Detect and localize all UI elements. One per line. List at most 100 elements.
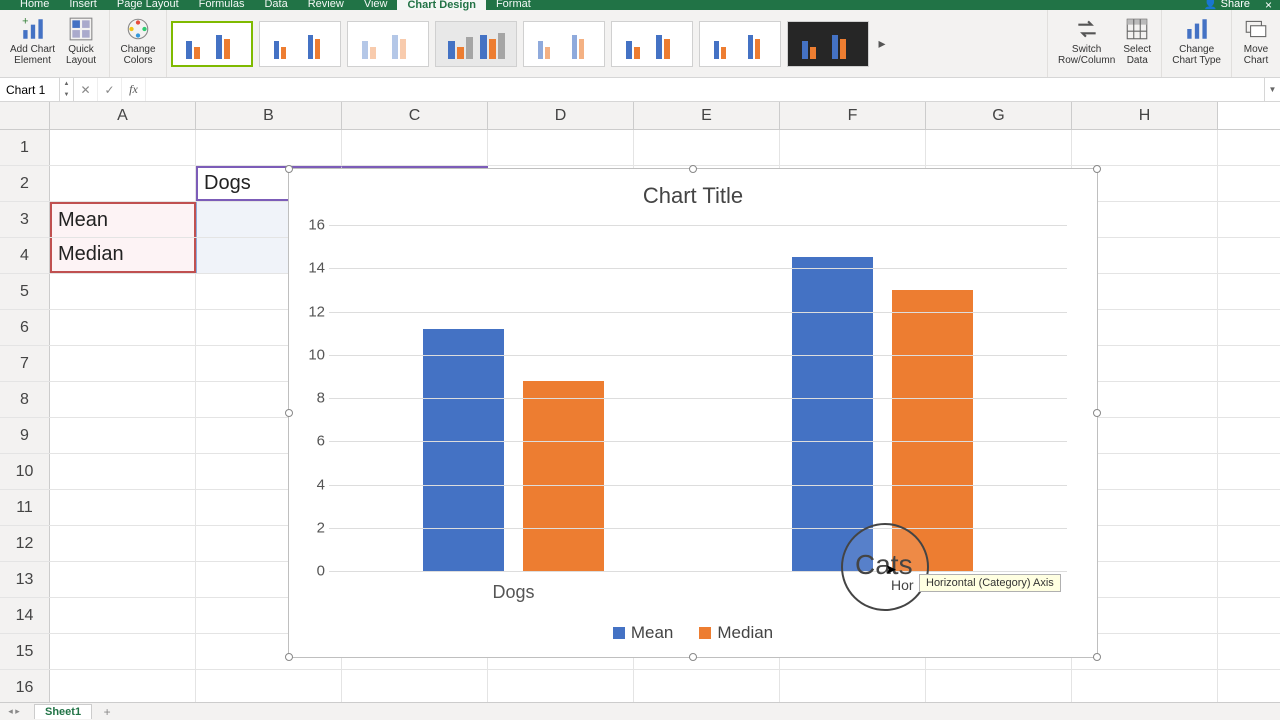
cancel-formula-icon[interactable]: ✕	[74, 78, 98, 101]
row-4[interactable]: 4	[0, 238, 50, 273]
cell-E16[interactable]	[634, 670, 780, 702]
switch-row-column-button[interactable]: Switch Row/Column	[1054, 14, 1119, 68]
resize-handle[interactable]	[1093, 409, 1101, 417]
close-icon[interactable]: ×	[1265, 0, 1272, 12]
tab-format[interactable]: Format	[486, 0, 541, 10]
cell-A11[interactable]	[50, 490, 196, 525]
cell-A8[interactable]	[50, 382, 196, 417]
chart-style-3[interactable]	[347, 21, 429, 67]
bar-median-dogs[interactable]	[523, 381, 604, 571]
tab-page-layout[interactable]: Page Layout	[107, 0, 189, 10]
bar-median-cats[interactable]	[892, 290, 973, 571]
chart-legend[interactable]: Mean Median	[289, 623, 1097, 643]
tab-formulas[interactable]: Formulas	[189, 0, 255, 10]
chart-style-4[interactable]	[435, 21, 517, 67]
row-9[interactable]: 9	[0, 418, 50, 453]
cell-A5[interactable]	[50, 274, 196, 309]
move-chart-button[interactable]: Move Chart	[1238, 14, 1274, 68]
row-15[interactable]: 15	[0, 634, 50, 669]
row-14[interactable]: 14	[0, 598, 50, 633]
row-10[interactable]: 10	[0, 454, 50, 489]
col-F[interactable]: F	[780, 102, 926, 129]
row-11[interactable]: 11	[0, 490, 50, 525]
resize-handle[interactable]	[285, 653, 293, 661]
tab-data[interactable]: Data	[254, 0, 297, 10]
select-data-button[interactable]: Select Data	[1119, 14, 1155, 68]
cell-A10[interactable]	[50, 454, 196, 489]
col-D[interactable]: D	[488, 102, 634, 129]
resize-handle[interactable]	[689, 653, 697, 661]
cell-G1[interactable]	[926, 130, 1072, 165]
cell-B1[interactable]	[196, 130, 342, 165]
cell-H16[interactable]	[1072, 670, 1218, 702]
tab-view[interactable]: View	[354, 0, 398, 10]
share-button[interactable]: 👤 Share	[1204, 0, 1250, 10]
cell-A16[interactable]	[50, 670, 196, 702]
chart-title[interactable]: Chart Title	[289, 169, 1097, 209]
row-5[interactable]: 5	[0, 274, 50, 309]
select-all-corner[interactable]	[0, 102, 50, 129]
row-2[interactable]: 2	[0, 166, 50, 201]
sheet-tab[interactable]: Sheet1	[34, 704, 92, 719]
fx-icon[interactable]: fx	[122, 78, 146, 101]
cell-C16[interactable]	[342, 670, 488, 702]
resize-handle[interactable]	[1093, 653, 1101, 661]
cell-A1[interactable]	[50, 130, 196, 165]
change-colors-button[interactable]: Change Colors	[116, 14, 160, 68]
embedded-chart[interactable]: Chart Title Dogs 0246810121416 Mean Medi…	[288, 168, 1098, 658]
cell-A7[interactable]	[50, 346, 196, 381]
cell-A6[interactable]	[50, 310, 196, 345]
col-C[interactable]: C	[342, 102, 488, 129]
col-E[interactable]: E	[634, 102, 780, 129]
change-chart-type-button[interactable]: Change Chart Type	[1168, 14, 1225, 68]
resize-handle[interactable]	[1093, 165, 1101, 173]
sheet-nav-icon[interactable]: ◂ ▸	[0, 706, 28, 717]
cell-A14[interactable]	[50, 598, 196, 633]
row-6[interactable]: 6	[0, 310, 50, 345]
cell-A15[interactable]	[50, 634, 196, 669]
row-3[interactable]: 3	[0, 202, 50, 237]
row-8[interactable]: 8	[0, 382, 50, 417]
col-H[interactable]: H	[1072, 102, 1218, 129]
add-chart-element-button[interactable]: + Add Chart Element	[6, 14, 59, 68]
cell-A3[interactable]: Mean	[50, 202, 196, 237]
quick-layout-button[interactable]: Quick Layout	[59, 14, 103, 68]
tab-home[interactable]: Home	[10, 0, 59, 10]
cell-F1[interactable]	[780, 130, 926, 165]
row-12[interactable]: 12	[0, 526, 50, 561]
cell-H1[interactable]	[1072, 130, 1218, 165]
cell-C1[interactable]	[342, 130, 488, 165]
gallery-more-icon[interactable]: ▸	[875, 35, 889, 52]
chart-style-1[interactable]	[171, 21, 253, 67]
row-1[interactable]: 1	[0, 130, 50, 165]
legend-item-median[interactable]: Median	[699, 623, 773, 643]
accept-formula-icon[interactable]: ✓	[98, 78, 122, 101]
tab-insert[interactable]: Insert	[59, 0, 107, 10]
chart-style-2[interactable]	[259, 21, 341, 67]
cell-A4[interactable]: Median	[50, 238, 196, 273]
formula-bar-expand-icon[interactable]: ▼	[1264, 78, 1280, 101]
resize-handle[interactable]	[285, 165, 293, 173]
resize-handle[interactable]	[285, 409, 293, 417]
add-sheet-button[interactable]: +	[98, 705, 116, 719]
cell-A2[interactable]	[50, 166, 196, 201]
formula-input[interactable]	[146, 78, 1264, 101]
bar-mean-dogs[interactable]	[423, 329, 504, 571]
row-7[interactable]: 7	[0, 346, 50, 381]
legend-item-mean[interactable]: Mean	[613, 623, 674, 643]
cell-D16[interactable]	[488, 670, 634, 702]
resize-handle[interactable]	[689, 165, 697, 173]
xlabel[interactable]: Dogs	[492, 582, 534, 603]
bar-mean-cats[interactable]	[792, 257, 873, 571]
chart-style-7[interactable]	[699, 21, 781, 67]
cell-B16[interactable]	[196, 670, 342, 702]
chart-style-5[interactable]	[523, 21, 605, 67]
cell-D1[interactable]	[488, 130, 634, 165]
name-box-dropdown[interactable]: ▲▼	[60, 78, 74, 101]
chart-style-6[interactable]	[611, 21, 693, 67]
tab-chart-design[interactable]: Chart Design	[397, 0, 485, 10]
name-box[interactable]: Chart 1	[0, 78, 60, 101]
cell-A12[interactable]	[50, 526, 196, 561]
tab-review[interactable]: Review	[298, 0, 354, 10]
row-13[interactable]: 13	[0, 562, 50, 597]
